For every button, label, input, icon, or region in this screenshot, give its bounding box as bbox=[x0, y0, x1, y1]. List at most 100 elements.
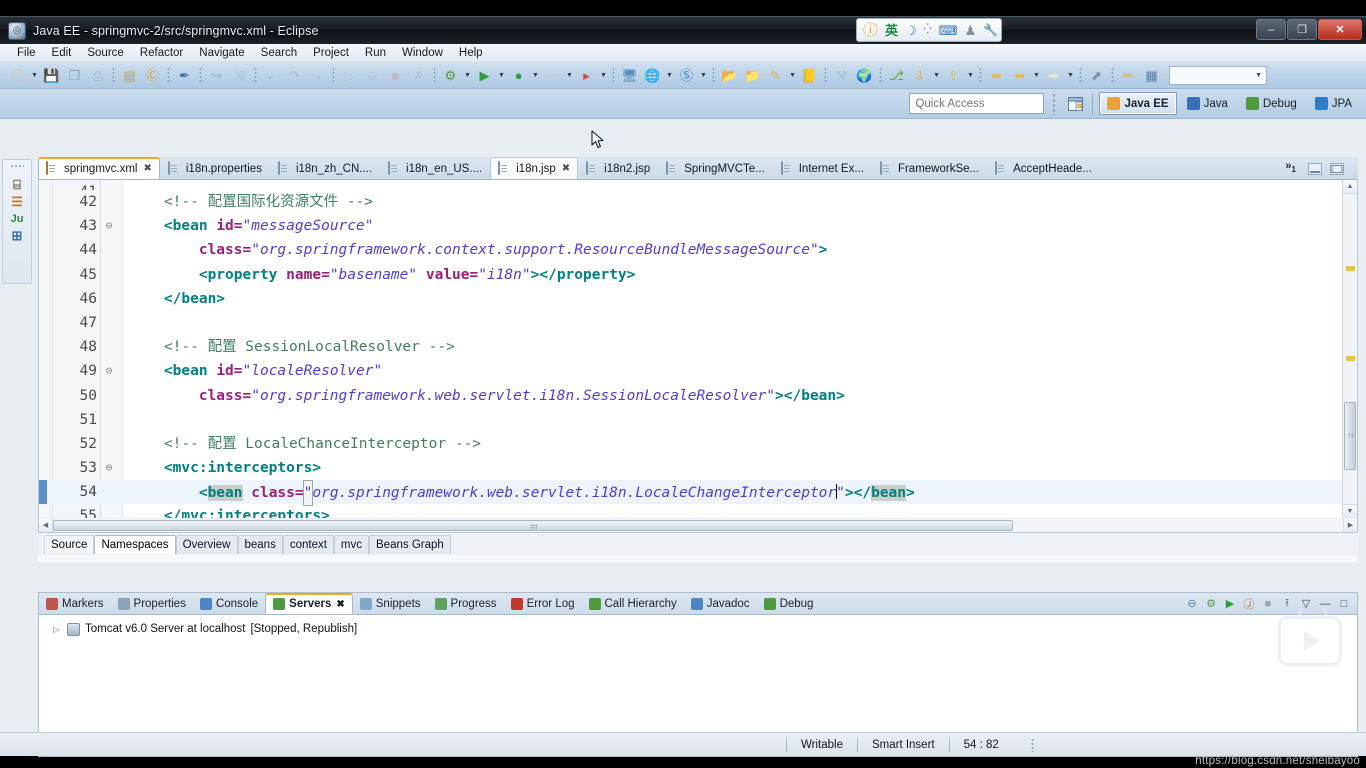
scroll-down-icon[interactable]: ▼ bbox=[1343, 504, 1357, 518]
menu-source[interactable]: Source bbox=[79, 44, 131, 62]
step-over-button[interactable]: ↷ bbox=[284, 65, 305, 86]
toggle-mark-occurrences-button[interactable]: ✒ bbox=[174, 65, 195, 86]
code-line[interactable]: 53 ⊖ <mvc:interceptors> bbox=[39, 456, 1357, 480]
minimize-editor-button[interactable] bbox=[1308, 162, 1322, 175]
editor-tab-springmvc-xml[interactable]: springmvc.xml ✖ bbox=[38, 157, 160, 179]
start-server-button[interactable]: ▶ bbox=[1221, 595, 1239, 612]
terminate-button[interactable]: ■ bbox=[385, 65, 406, 86]
editor-tab-i18n-properties[interactable]: i18n.properties bbox=[160, 157, 270, 179]
new-class-button[interactable]: Ⓒ bbox=[142, 65, 163, 86]
menu-window[interactable]: Window bbox=[394, 44, 451, 62]
fast-view-grip[interactable] bbox=[10, 164, 24, 168]
share-project-button[interactable]: ⎇ bbox=[886, 65, 907, 86]
collapse-all-button[interactable]: ⊖ bbox=[1183, 595, 1201, 612]
project-explorer-icon[interactable]: ⌸ bbox=[9, 176, 26, 193]
close-tab-icon[interactable]: ✖ bbox=[562, 163, 570, 174]
menu-project[interactable]: Project bbox=[305, 44, 357, 62]
open-web-browser-dropdown-arrow-icon[interactable]: ▼ bbox=[664, 65, 675, 86]
show-whitespace-button[interactable]: ▦ bbox=[1141, 65, 1162, 86]
toolbar-group-handle[interactable] bbox=[332, 66, 335, 84]
last-edit-location-button[interactable]: ↪ bbox=[206, 65, 227, 86]
commit-button[interactable]: ⇩ bbox=[909, 65, 930, 86]
menu-help[interactable]: Help bbox=[451, 44, 491, 62]
view-tab-properties[interactable]: Properties bbox=[111, 593, 193, 614]
annotation-mark[interactable] bbox=[1346, 266, 1355, 271]
wrench-icon[interactable]: 🔧 bbox=[983, 24, 998, 36]
code-line[interactable]: 47 bbox=[39, 311, 1357, 335]
close-view-icon[interactable]: ✖ bbox=[336, 599, 344, 610]
code-line[interactable]: 42 <!-- 配置国际化资源文件 --> bbox=[39, 190, 1357, 214]
update-button[interactable]: ⇧ bbox=[943, 65, 964, 86]
view-tab-snippets[interactable]: Snippets bbox=[353, 593, 428, 614]
print-button[interactable]: ⎙ bbox=[87, 65, 108, 86]
view-tab-javadoc[interactable]: Javadoc bbox=[684, 593, 757, 614]
toolbar-group-handle[interactable] bbox=[612, 66, 615, 84]
debug-server-button[interactable]: ⚙ bbox=[1202, 595, 1220, 612]
scroll-right-icon[interactable]: ▶ bbox=[1343, 518, 1357, 532]
toolbar-group-handle[interactable] bbox=[433, 66, 436, 84]
expand-arrow-icon[interactable]: ▷ bbox=[51, 625, 62, 634]
code-line[interactable]: 49 ⊖ <bean id="localeResolver" bbox=[39, 359, 1357, 383]
menu-refactor[interactable]: Refactor bbox=[132, 44, 191, 62]
debug-dropdown-arrow-icon[interactable]: ▼ bbox=[462, 65, 473, 86]
skip-all-breakpoints-button[interactable]: ⤨ bbox=[229, 65, 250, 86]
globe-button[interactable]: 🌍 bbox=[854, 65, 875, 86]
update-dropdown-arrow-icon[interactable]: ▼ bbox=[965, 65, 976, 86]
outline-icon[interactable]: ⊞ bbox=[9, 227, 26, 244]
search-new-button[interactable]: ✎ bbox=[765, 65, 786, 86]
editor-tab-i18n-en-us[interactable]: i18n_en_US.... bbox=[380, 157, 490, 179]
fold-toggle-icon[interactable]: ⊖ bbox=[103, 456, 115, 480]
code-line[interactable]: 51 bbox=[39, 408, 1357, 432]
view-tab-console[interactable]: Console bbox=[193, 593, 265, 614]
junit-icon[interactable]: Ju bbox=[9, 210, 26, 227]
menu-search[interactable]: Search bbox=[253, 44, 305, 62]
horizontal-scroll-thumb[interactable] bbox=[53, 519, 1013, 531]
run-coverage-button[interactable]: ● bbox=[508, 65, 529, 86]
new-server-button[interactable]: 🖥 bbox=[619, 65, 640, 86]
code-line[interactable]: 55 </mvc:interceptors> bbox=[39, 504, 1357, 518]
editor-tab-internet-ex[interactable]: Internet Ex... bbox=[773, 157, 872, 179]
scroll-left-icon[interactable]: ◀ bbox=[39, 518, 53, 532]
fold-toggle-icon[interactable]: ⊖ bbox=[103, 359, 115, 383]
xml-page-tab-source[interactable]: Source bbox=[44, 534, 95, 554]
back-history-dropdown-arrow-icon[interactable]: ▼ bbox=[1031, 65, 1042, 86]
editor-vertical-scrollbar[interactable]: ▲ ▼ bbox=[1342, 180, 1357, 518]
editor-text-lines[interactable]: 4142 <!-- 配置国际化资源文件 -->43⊖ <bean id="mes… bbox=[39, 180, 1357, 518]
editor-tab-springmvcte[interactable]: SpringMVCTe... bbox=[658, 157, 773, 179]
toolbar-group-handle[interactable] bbox=[254, 66, 257, 84]
open-type-button[interactable]: 📂 bbox=[719, 65, 740, 86]
code-line[interactable]: 45 <property name="basename" value="i18n… bbox=[39, 263, 1357, 287]
menu-navigate[interactable]: Navigate bbox=[191, 44, 252, 62]
run-button[interactable]: ▶ bbox=[474, 65, 495, 86]
toolbar-group-handle[interactable] bbox=[712, 66, 715, 84]
maximize-view-button[interactable]: □ bbox=[1335, 595, 1353, 612]
external-tools-button[interactable]: ⚒ bbox=[831, 65, 852, 86]
status-resize-grip[interactable] bbox=[1030, 737, 1034, 752]
open-web-browser-button[interactable]: 🌐 bbox=[642, 65, 663, 86]
toolbar-drag-handle[interactable] bbox=[1052, 92, 1057, 115]
toolbar-group-handle[interactable] bbox=[1111, 66, 1114, 84]
view-tab-markers[interactable]: Markers bbox=[39, 593, 111, 614]
toolbar-group-handle[interactable] bbox=[879, 66, 882, 84]
new-wizard-button[interactable]: 🗋 bbox=[7, 65, 28, 86]
profile-server-button[interactable]: Ⓙ bbox=[1240, 595, 1258, 612]
back-button[interactable]: ⬅ bbox=[986, 65, 1007, 86]
maximize-editor-button[interactable] bbox=[1330, 162, 1344, 175]
step-return-button[interactable]: ⤷ bbox=[307, 65, 328, 86]
search-new-dropdown-arrow-icon[interactable]: ▼ bbox=[787, 65, 798, 86]
run-server-dropdown-arrow-icon[interactable]: ▼ bbox=[598, 65, 609, 86]
stop-server-button[interactable]: ■ bbox=[1259, 595, 1277, 612]
stop-dropdown-arrow-icon[interactable]: ▼ bbox=[564, 65, 575, 86]
toolbar-group-handle[interactable] bbox=[824, 66, 827, 84]
toolbar-group-handle[interactable] bbox=[112, 66, 115, 84]
xml-page-tab-mvc[interactable]: mvc bbox=[333, 534, 370, 554]
sogou-logo-icon[interactable]: ⓘ bbox=[863, 23, 878, 38]
open-declaration-button[interactable]: ⬈ bbox=[1086, 65, 1107, 86]
code-line[interactable]: 48 <!-- 配置 SessionLocalResolver --> bbox=[39, 335, 1357, 359]
markers-icon[interactable]: ☰ bbox=[9, 193, 26, 210]
forward-button[interactable]: ➡ bbox=[1043, 65, 1064, 86]
stop-button[interactable]: ■ bbox=[542, 65, 563, 86]
debug-button[interactable]: ⚙ bbox=[440, 65, 461, 86]
toolbar-group-handle[interactable] bbox=[167, 66, 170, 84]
ime-toolbar[interactable]: ⓘ 英 ☽ ⁛ ⌨ ♟ 🔧 bbox=[856, 18, 1002, 42]
